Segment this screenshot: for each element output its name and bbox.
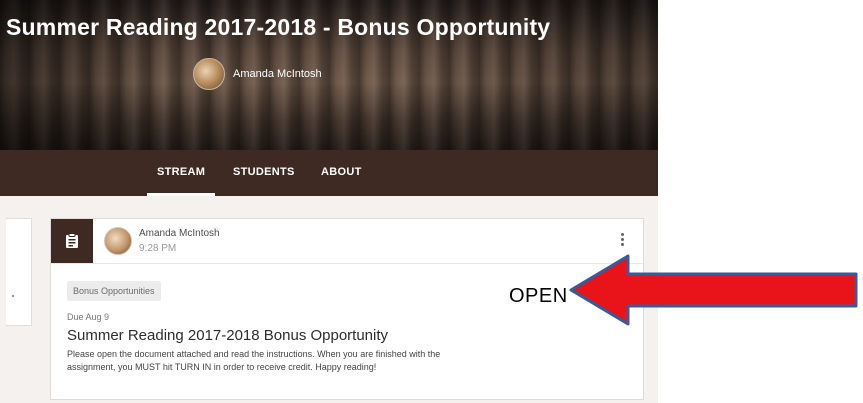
tab-about[interactable]: ABOUT (321, 150, 362, 196)
tab-students[interactable]: STUDENTS (233, 150, 295, 196)
assignment-post[interactable]: Amanda McIntosh 9:28 PM Bonus Opportunit… (50, 218, 644, 400)
left-arrow-icon (569, 254, 858, 326)
topic-chip[interactable]: Bonus Opportunities (67, 281, 161, 301)
assignment-type-badge (51, 219, 93, 263)
card-marker (12, 295, 14, 297)
due-date: Due Aug 9 (67, 312, 110, 322)
teacher-info: Amanda McIntosh (193, 58, 322, 90)
post-author: Amanda McIntosh (139, 228, 220, 239)
teacher-name: Amanda McIntosh (233, 68, 322, 80)
post-timestamp: 9:28 PM (139, 243, 177, 254)
assignment-description: Please open the document attached and re… (67, 349, 441, 372)
class-header-banner: Summer Reading 2017-2018 - Bonus Opportu… (0, 0, 658, 196)
author-avatar (104, 227, 132, 255)
more-options-icon[interactable] (617, 233, 627, 249)
assignment-title[interactable]: Summer Reading 2017-2018 Bonus Opportuni… (67, 327, 388, 344)
tab-stream[interactable]: STREAM (146, 150, 216, 196)
course-title: Summer Reading 2017-2018 - Bonus Opportu… (6, 14, 551, 40)
class-nav-bar: STREAM STUDENTS ABOUT (0, 150, 658, 196)
assignment-clipboard-icon (66, 233, 78, 248)
open-annotation-label: OPEN (509, 285, 568, 307)
teacher-avatar (193, 58, 225, 90)
upcoming-card (6, 218, 32, 326)
post-header: Amanda McIntosh 9:28 PM (51, 219, 643, 264)
